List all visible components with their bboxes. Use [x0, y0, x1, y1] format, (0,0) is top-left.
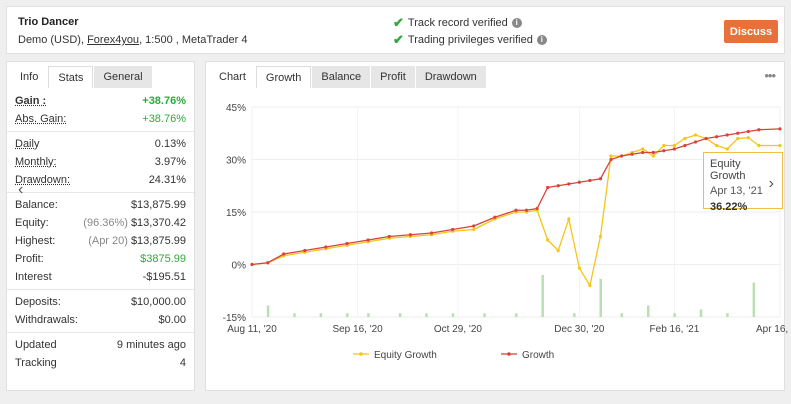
series-point: [598, 234, 603, 239]
volume-bar: [346, 313, 349, 317]
volume-bar: [483, 313, 486, 317]
series-point: [588, 178, 592, 183]
volume-bar: [319, 313, 323, 317]
series-point: [693, 133, 698, 137]
tooltip-value: 36.22%: [710, 201, 748, 213]
volume-bar: [293, 313, 296, 317]
volume-bar: [367, 313, 370, 317]
series-point: [641, 150, 645, 155]
x-tick-label: Apr 16, '21: [756, 324, 791, 335]
tooltip-series: Equity Growth: [710, 158, 746, 182]
series-point: [736, 131, 740, 135]
series-point: [493, 215, 497, 219]
series-point: [778, 143, 782, 148]
series-point: [556, 248, 560, 253]
series-point: [577, 180, 581, 184]
volume-bar: [620, 313, 624, 317]
x-tick-label: Oct 29, '20: [434, 324, 482, 335]
series-point: [546, 185, 550, 190]
series-point: [715, 143, 719, 148]
series-point: [567, 182, 571, 186]
series-point: [715, 135, 719, 139]
volume-bar: [673, 313, 676, 317]
series-point: [567, 217, 571, 221]
y-tick-label: 30%: [226, 156, 246, 167]
series-point: [609, 157, 613, 162]
series-point: [366, 238, 370, 242]
volume-bar: [699, 309, 703, 317]
series-point: [672, 147, 677, 151]
series-point: [598, 177, 603, 181]
volume-bar: [425, 313, 428, 317]
volume-bar: [541, 275, 544, 317]
series-point: [693, 140, 698, 144]
series-point: [282, 252, 286, 256]
series-point: [514, 208, 518, 212]
series-point: [408, 233, 412, 237]
series-point: [303, 248, 307, 253]
growth-chart: 45% 30% 15% 0% -15%Aug 11, '20 Sep 16, '20 Oct…: [223, 103, 791, 361]
y-tick-label: 0%: [232, 261, 247, 272]
series-point: [746, 129, 750, 134]
x-tick-label: Aug 11, '20: [227, 324, 277, 335]
series-point: [725, 133, 729, 137]
series-point: [746, 136, 750, 140]
chevron-right-icon[interactable]: ›: [769, 175, 774, 193]
series-point: [672, 143, 677, 148]
legend-label: Equity Growth: [374, 350, 437, 361]
series-point: [704, 136, 708, 141]
series-point: [725, 147, 729, 151]
series-point: [651, 154, 655, 158]
tooltip-date: Apr 13, '21: [710, 185, 763, 197]
series-point: [577, 266, 581, 270]
volume-bar: [599, 278, 602, 317]
y-tick-label: -15%: [223, 313, 246, 324]
x-tick-label: Dec 30, '20: [554, 324, 605, 335]
series-point: [630, 152, 634, 156]
series-point: [651, 150, 655, 155]
legend-marker: [507, 352, 511, 356]
series-point: [757, 128, 761, 132]
volume-bar: [398, 313, 402, 317]
series-point: [620, 154, 624, 158]
y-tick-label: 15%: [226, 208, 246, 219]
legend-marker: [359, 352, 363, 356]
series-point: [472, 224, 476, 228]
volume-bar: [451, 313, 455, 317]
series-point: [757, 143, 761, 148]
series-point: [683, 143, 687, 148]
volume-bar: [647, 305, 650, 317]
volume-bar: [515, 313, 518, 317]
volume-bar: [726, 313, 729, 317]
series-point: [609, 154, 613, 158]
series-point: [546, 238, 550, 242]
series-point: [683, 136, 687, 141]
series-point: [387, 234, 391, 239]
chart-tooltip: Equity Growth Apr 13, '21 36.22% ›: [703, 152, 783, 213]
series-point: [429, 231, 434, 235]
series-point: [588, 283, 592, 288]
series-point: [451, 227, 455, 232]
series-point: [736, 136, 740, 141]
legend-label: Growth: [522, 350, 554, 361]
series-point: [556, 184, 560, 188]
series-point: [472, 227, 476, 232]
series-point: [345, 241, 349, 246]
series-point: [641, 147, 645, 151]
volume-bar: [573, 313, 576, 317]
series-point: [266, 261, 270, 265]
series-line: [251, 128, 781, 266]
volume-bar: [752, 282, 756, 317]
series-point: [778, 127, 782, 131]
series-point: [324, 245, 328, 249]
series-point: [524, 208, 529, 212]
series-point: [535, 206, 539, 211]
x-tick-label: Sep 16, '20: [332, 324, 383, 335]
series-point: [662, 143, 666, 148]
series-point: [662, 149, 666, 153]
x-tick-label: Feb 16, '21: [650, 324, 700, 335]
y-tick-label: 45%: [226, 103, 246, 114]
volume-bar: [266, 305, 270, 317]
series-point: [250, 262, 254, 267]
